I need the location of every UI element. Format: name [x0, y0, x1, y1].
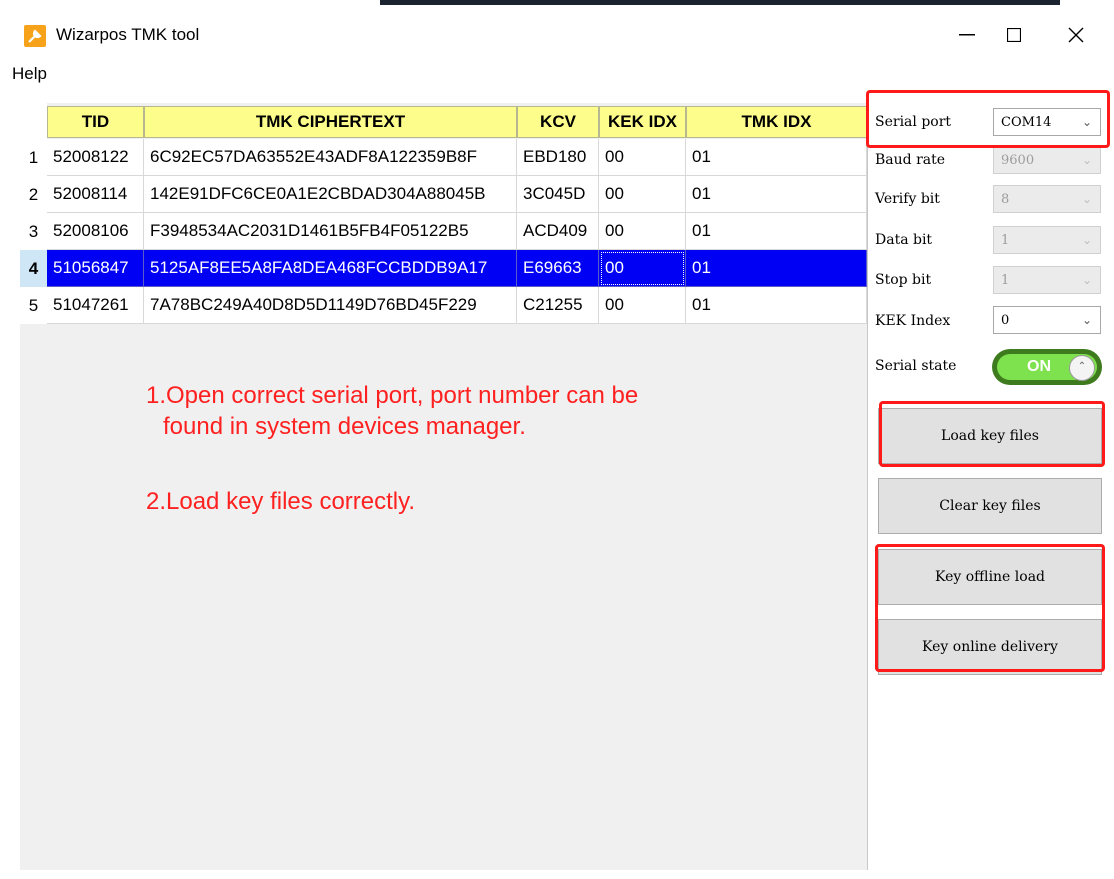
- app-icon: [24, 25, 46, 47]
- table-cell-tmk-idx[interactable]: 01: [686, 287, 867, 324]
- row-number[interactable]: 3: [20, 213, 47, 250]
- column-header-tmk-ciphertext[interactable]: TMK CIPHERTEXT: [144, 106, 517, 138]
- clear-key-files-button[interactable]: Clear key files: [878, 478, 1102, 534]
- table-cell-kcv[interactable]: 3C045D: [517, 176, 599, 213]
- window-title: Wizarpos TMK tool: [56, 25, 200, 44]
- annotation-step1-line2: found in system devices manager.: [163, 413, 526, 440]
- kek-index-select[interactable]: 0 ⌄: [993, 306, 1101, 334]
- key-offline-load-button[interactable]: Key offline load: [878, 549, 1102, 605]
- baud-rate-label: Baud rate: [875, 152, 946, 168]
- chevron-down-icon: ⌄: [1081, 273, 1092, 287]
- annotation-step1-line1: 1.Open correct serial port, port number …: [146, 382, 639, 409]
- chevron-down-icon: ⌄: [1081, 313, 1092, 327]
- toggle-track: ON ⌃: [997, 354, 1097, 381]
- serial-port-label: Serial port: [875, 114, 952, 130]
- table-cell-tid[interactable]: 52008114: [47, 176, 144, 213]
- row-number[interactable]: 1: [20, 139, 47, 176]
- serial-state-label: Serial state: [875, 358, 957, 374]
- verify-bit-select[interactable]: 8 ⌄: [993, 185, 1101, 213]
- table-cell-tid[interactable]: 51056847: [47, 250, 144, 287]
- table-cell-kek-idx[interactable]: 00: [599, 139, 686, 176]
- load-key-files-button[interactable]: Load key files: [878, 408, 1102, 464]
- table-cell-tmk-idx[interactable]: 01: [686, 213, 867, 250]
- row-number-selected[interactable]: 4: [20, 250, 47, 287]
- verify-bit-value: 8: [1001, 191, 1010, 207]
- table-cell-kcv[interactable]: EBD180: [517, 139, 599, 176]
- chevron-down-icon: ⌄: [1081, 192, 1092, 206]
- table-cell-kek-idx-focused[interactable]: 00: [599, 250, 686, 287]
- table-cell-ciphertext[interactable]: 7A78BC249A40D8D5D1149D76BD45F229: [144, 287, 517, 324]
- menu-bar: Help: [0, 58, 1114, 88]
- table-cell-ciphertext[interactable]: 6C92EC57DA63552E43ADF8A122359B8F: [144, 139, 517, 176]
- table-cell-kcv[interactable]: ACD409: [517, 213, 599, 250]
- data-bit-label: Data bit: [875, 232, 933, 248]
- key-online-delivery-button[interactable]: Key online delivery: [878, 619, 1102, 675]
- table-cell-kcv[interactable]: E69663: [517, 250, 599, 287]
- chevron-down-icon: ⌄: [1081, 115, 1092, 129]
- minimize-button[interactable]: [943, 15, 991, 55]
- table-cell-ciphertext[interactable]: F3948534AC2031D1461B5FB4F05122B5: [144, 213, 517, 250]
- serial-port-select[interactable]: COM14 ⌄: [993, 108, 1101, 136]
- annotation-step2: 2.Load key files correctly.: [146, 488, 416, 515]
- stop-bit-label: Stop bit: [875, 272, 932, 288]
- maximize-button[interactable]: [990, 15, 1038, 55]
- close-button[interactable]: [1052, 15, 1100, 55]
- title-bar[interactable]: Wizarpos TMK tool: [0, 5, 1114, 57]
- data-bit-value: 1: [1001, 232, 1010, 248]
- table-cell-kcv[interactable]: C21255: [517, 287, 599, 324]
- chevron-down-icon: ⌄: [1081, 153, 1092, 167]
- chevron-down-icon: ⌄: [1081, 233, 1092, 247]
- table-cell-tid[interactable]: 52008122: [47, 139, 144, 176]
- toggle-knob-icon: ⌃: [1069, 355, 1095, 381]
- column-header-kcv[interactable]: KCV: [517, 106, 599, 138]
- verify-bit-label: Verify bit: [875, 191, 940, 207]
- row-number[interactable]: 5: [20, 287, 47, 324]
- stop-bit-value: 1: [1001, 272, 1010, 288]
- table-cell-tmk-idx[interactable]: 01: [686, 139, 867, 176]
- stop-bit-select[interactable]: 1 ⌄: [993, 266, 1101, 294]
- row-number[interactable]: 2: [20, 176, 47, 213]
- kek-index-value: 0: [1001, 312, 1010, 328]
- menu-help[interactable]: Help: [12, 64, 47, 84]
- data-bit-select[interactable]: 1 ⌄: [993, 226, 1101, 254]
- baud-rate-select[interactable]: 9600 ⌄: [993, 146, 1101, 174]
- table-cell-tid[interactable]: 51047261: [47, 287, 144, 324]
- table-cell-tid[interactable]: 52008106: [47, 213, 144, 250]
- header-corner: [20, 103, 47, 139]
- table-cell-ciphertext[interactable]: 142E91DFC6CE0A1E2CBDAD304A88045B: [144, 176, 517, 213]
- table-cell-kek-idx[interactable]: 00: [599, 213, 686, 250]
- table-cell-tmk-idx[interactable]: 01: [686, 250, 867, 287]
- table-cell-kek-idx[interactable]: 00: [599, 176, 686, 213]
- table-cell-ciphertext[interactable]: 5125AF8EE5A8FA8DEA468FCCBDDB9A17: [144, 250, 517, 287]
- kek-index-label: KEK Index: [875, 313, 951, 329]
- table-cell-kek-idx[interactable]: 00: [599, 287, 686, 324]
- serial-state-toggle[interactable]: ON ⌃: [992, 349, 1102, 385]
- column-header-tmk-idx[interactable]: TMK IDX: [686, 106, 867, 138]
- serial-port-value: COM14: [1001, 114, 1052, 130]
- column-header-tid[interactable]: TID: [47, 106, 144, 138]
- column-header-kek-idx[interactable]: KEK IDX: [599, 106, 686, 138]
- table-cell-tmk-idx[interactable]: 01: [686, 176, 867, 213]
- baud-rate-value: 9600: [1001, 152, 1035, 168]
- toggle-on-text: ON: [1027, 358, 1051, 375]
